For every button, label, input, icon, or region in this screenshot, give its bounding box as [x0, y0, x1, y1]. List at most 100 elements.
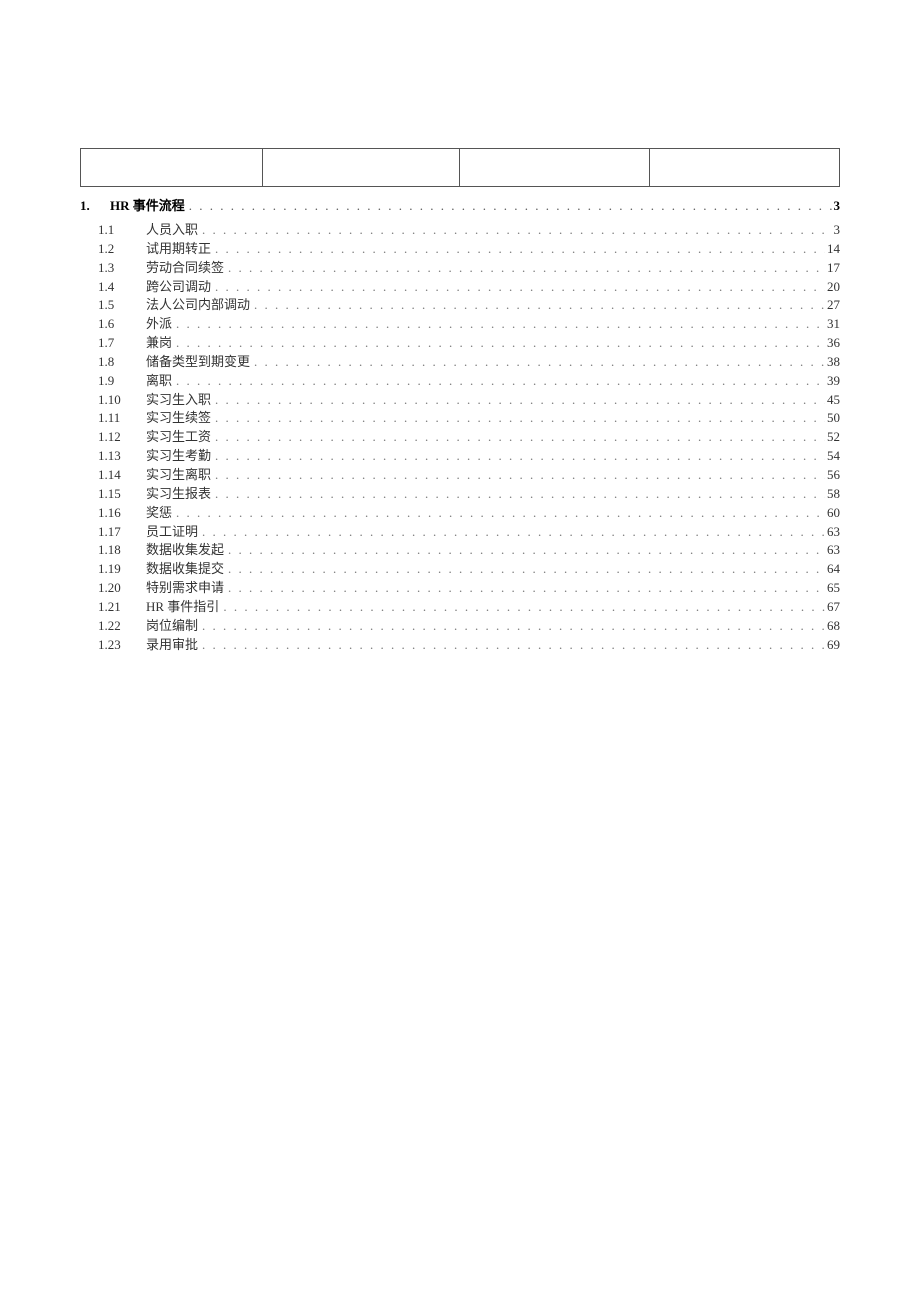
toc-entry-title: 实习生考勤: [146, 447, 211, 466]
section-number: 1.: [80, 198, 110, 214]
toc-row: 1.14实习生离职 56: [98, 466, 840, 485]
toc-row: 1.6外派 31: [98, 315, 840, 334]
toc-entry-title: 离职: [146, 372, 172, 391]
toc-entry-number: 1.10: [98, 391, 146, 410]
toc-entry-number: 1.15: [98, 485, 146, 504]
toc-entry-title: 实习生离职: [146, 466, 211, 485]
toc-row: 1.5法人公司内部调动27: [98, 296, 840, 315]
toc-row: 1.9离职39: [98, 372, 840, 391]
toc-entry-title: 劳动合同续签: [146, 259, 224, 278]
toc-entry-title: 特别需求申请: [146, 579, 224, 598]
toc-row: 1.18数据收集发起 63: [98, 541, 840, 560]
toc-entry-page: 45: [825, 391, 840, 410]
toc-entry-number: 1.1: [98, 221, 146, 240]
toc-entry-title: 外派: [146, 315, 172, 334]
leader-dots: [224, 579, 825, 598]
leader-dots: [211, 240, 825, 259]
toc-entry-page: 54: [825, 447, 840, 466]
toc-entry-number: 1.21: [98, 598, 146, 617]
toc-entry-page: 38: [825, 353, 840, 372]
toc-entry-number: 1.11: [98, 409, 146, 428]
leader-dots: [211, 428, 825, 447]
toc-row: 1.1人员入职 3: [98, 221, 840, 240]
toc-entry-page: 63: [825, 541, 840, 560]
toc-entry-page: 65: [825, 579, 840, 598]
header-cell: [650, 149, 840, 187]
section-page: 3: [832, 198, 841, 214]
toc-entry-page: 31: [825, 315, 840, 334]
toc-section-row: 1. HR 事件流程 3: [80, 195, 840, 214]
toc-entry-number: 1.19: [98, 560, 146, 579]
toc-entry-page: 17: [825, 259, 840, 278]
leader-dots: [224, 541, 825, 560]
toc-entry-page: 64: [825, 560, 840, 579]
toc-entry-title: 法人公司内部调动: [146, 296, 250, 315]
leader-dots: [211, 278, 825, 297]
toc-entry-title: 储备类型到期变更: [146, 353, 250, 372]
toc-entry-title: 实习生续签: [146, 409, 211, 428]
toc-entry-number: 1.9: [98, 372, 146, 391]
toc-entry-title: 数据收集发起: [146, 541, 224, 560]
toc-entry-page: 69: [825, 636, 840, 655]
toc-entry-number: 1.18: [98, 541, 146, 560]
leader-dots: [224, 259, 825, 278]
toc-entry-number: 1.7: [98, 334, 146, 353]
header-table: [80, 148, 840, 187]
toc-entry-title: 奖惩: [146, 504, 172, 523]
toc-entry-title: 实习生工资: [146, 428, 211, 447]
toc-entry-title: 数据收集提交: [146, 560, 224, 579]
toc-row: 1.23录用审批69: [98, 636, 840, 655]
leader-dots: [211, 409, 825, 428]
toc-entry-page: 63: [825, 523, 840, 542]
leader-dots: [224, 560, 825, 579]
toc-entry-number: 1.22: [98, 617, 146, 636]
toc-entry-page: 67: [825, 598, 840, 617]
toc-entry-number: 1.13: [98, 447, 146, 466]
leader-dots: [211, 485, 825, 504]
toc-entry-page: 68: [825, 617, 840, 636]
toc-entry-number: 1.17: [98, 523, 146, 542]
toc-row: 1.16奖惩60: [98, 504, 840, 523]
toc-entry-number: 1.14: [98, 466, 146, 485]
leader-dots: [211, 391, 825, 410]
leader-dots: [172, 315, 825, 334]
toc-entry-title: 人员入职: [146, 221, 198, 240]
toc-entry-number: 1.23: [98, 636, 146, 655]
leader-dots: [250, 296, 825, 315]
leader-dots: [211, 447, 825, 466]
toc-entry-page: 58: [825, 485, 840, 504]
leader-dots: [250, 353, 825, 372]
toc-row: 1.19数据收集提交 64: [98, 560, 840, 579]
toc-entry-number: 1.16: [98, 504, 146, 523]
toc-entry-page: 3: [832, 221, 841, 240]
toc-row: 1.11实习生续签 50: [98, 409, 840, 428]
leader-dots: [172, 504, 825, 523]
toc-row: 1.12实习生工资 52: [98, 428, 840, 447]
leader-dots: [211, 466, 825, 485]
toc-list: 1.1人员入职31.2试用期转正141.3劳动合同续签171.4跨公司调动201…: [80, 221, 840, 654]
toc-row: 1.8储备类型到期变更38: [98, 353, 840, 372]
toc-row: 1.21HR 事件指引 67: [98, 598, 840, 617]
toc-row: 1.10实习生入职45: [98, 391, 840, 410]
table-row: [81, 149, 840, 187]
toc-entry-title: 岗位编制: [146, 617, 198, 636]
toc-entry-title: HR 事件指引: [146, 598, 219, 617]
toc-entry-number: 1.20: [98, 579, 146, 598]
toc-row: 1.20特别需求申请 65: [98, 579, 840, 598]
toc-entry-number: 1.12: [98, 428, 146, 447]
leader-dots: [198, 221, 831, 240]
toc-entry-number: 1.6: [98, 315, 146, 334]
toc-entry-title: 员工证明: [146, 523, 198, 542]
toc-entry-page: 36: [825, 334, 840, 353]
toc-entry-page: 56: [825, 466, 840, 485]
leader-dots: [172, 372, 825, 391]
toc-entry-page: 52: [825, 428, 840, 447]
toc-entry-page: 27: [825, 296, 840, 315]
section-title: HR 事件流程: [110, 195, 185, 214]
toc-row: 1.17员工证明 63: [98, 523, 840, 542]
header-cell: [263, 149, 460, 187]
toc-row: 1.7兼岗36: [98, 334, 840, 353]
toc-row: 1.3劳动合同续签17: [98, 259, 840, 278]
leader-dots: [198, 636, 825, 655]
toc-entry-page: 50: [825, 409, 840, 428]
